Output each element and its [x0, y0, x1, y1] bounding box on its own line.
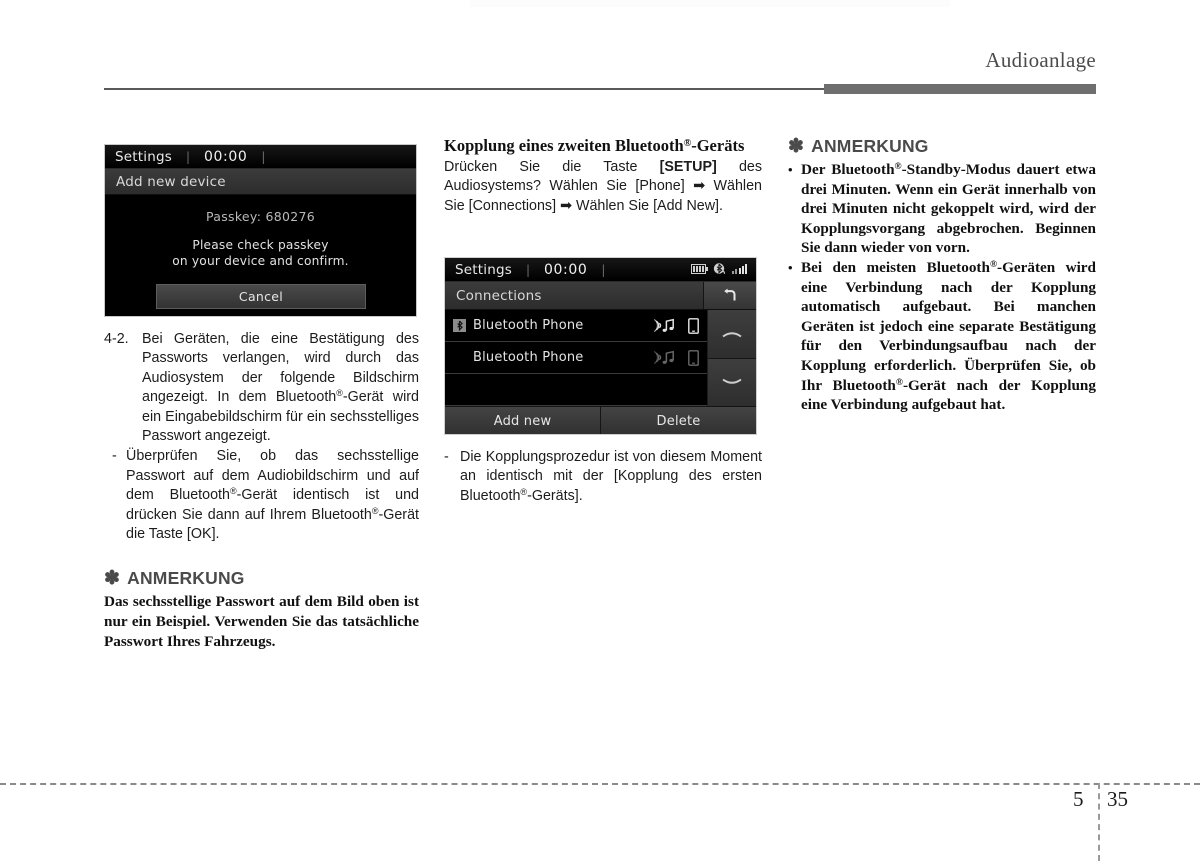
chevron-down-icon: [721, 377, 743, 387]
page-title: Audioanlage: [985, 48, 1096, 72]
list-item: • Der Bluetooth®-Standby-Modus dauert et…: [788, 160, 1096, 258]
screen2-status-bar: Settings | 00:00 |: [445, 258, 756, 282]
connections-list: Bluetooth Phone Bluetooth Phone: [445, 310, 707, 406]
back-button[interactable]: [703, 282, 756, 309]
registered-mark-icon: ®: [229, 486, 237, 497]
arrow-right-icon: ➡: [693, 178, 706, 195]
connections-list-area: Bluetooth Phone Bluetooth Phone: [445, 310, 756, 406]
table-row[interactable]: Bluetooth Phone: [445, 310, 707, 342]
screen1-clock: 00:00: [204, 148, 248, 165]
screen2-sub-header: Connections: [445, 282, 756, 310]
add-new-button[interactable]: Add new: [445, 407, 601, 434]
screen1-status-label: Settings: [115, 148, 172, 165]
phone-icon: [688, 349, 699, 366]
arrow-right-icon: ➡: [560, 197, 573, 214]
bluetooth-icon: [713, 262, 726, 275]
back-arrow-icon: [721, 288, 739, 303]
bluetooth-badge-icon: [453, 319, 466, 332]
dash-marker: -: [444, 449, 449, 465]
empty-list-row: [445, 374, 707, 406]
device-badge-placeholder: [453, 351, 466, 364]
delete-button[interactable]: Delete: [601, 407, 756, 434]
screen2-status-separator-right: |: [601, 262, 606, 277]
chevron-up-icon: [721, 329, 743, 339]
registered-mark-icon: ®: [895, 377, 903, 388]
note-heading-left: ✽ ANMERKUNG: [104, 568, 419, 589]
note-body-left: Das sechsstellige Passwort auf dem Bild …: [104, 593, 419, 650]
step-4-2: 4-2. Bei Geräten, die eine Bestätigung d…: [104, 330, 419, 446]
passkey-message: Please check passkey on your device and …: [105, 224, 416, 269]
list-scroll-controls: [707, 310, 756, 406]
step-dash-item: - Überprüfen Sie, ob das sechsstellige P…: [104, 447, 419, 544]
column-1: 4-2. Bei Geräten, die eine Bestätigung d…: [104, 330, 419, 651]
note-item-text: Der Bluetooth®-Standby-Modus dauert etwa…: [801, 161, 1096, 257]
screen2-status-icons: [691, 262, 749, 275]
dash-text: Überprüfen Sie, ob das sechsstellige Pas…: [126, 448, 419, 543]
step-marker: 4-2.: [104, 331, 129, 347]
passkey-value: Passkey: 680276: [205, 209, 316, 224]
note-heading-right: ✽ ANMERKUNG: [788, 136, 1096, 157]
screen2-sub-title: Connections: [456, 287, 542, 304]
header-rule-thin: [104, 88, 824, 90]
header-rule-thick: [824, 84, 1096, 94]
page-top-band: [470, 0, 950, 7]
list-item: • Bei den meisten Bluetooth®-Geräten wir…: [788, 258, 1096, 415]
screen1-status-bar: Settings | 00:00 |: [105, 145, 416, 169]
audio-stream-icon: [653, 318, 677, 333]
scroll-up-button[interactable]: [708, 310, 756, 359]
column-3: ✽ ANMERKUNG • Der Bluetooth®-Standby-Mod…: [788, 136, 1096, 415]
table-row[interactable]: Bluetooth Phone: [445, 342, 707, 374]
battery-icon: [691, 263, 708, 274]
asterisk-icon: ✽: [788, 136, 805, 157]
section-subheading: Kopplung eines zweiten Bluetooth®-Geräts: [444, 136, 745, 155]
screen1-sub-title: Add new device: [116, 173, 226, 190]
dash-marker: -: [112, 448, 117, 465]
bullet-icon: •: [788, 259, 793, 275]
setup-button-reference: [SETUP]: [659, 159, 717, 175]
device-name: Bluetooth Phone: [473, 350, 584, 365]
step-text: Bei Geräten, die eine Bestätigung des Pa…: [142, 331, 419, 445]
note-list-right: • Der Bluetooth®-Standby-Modus dauert et…: [788, 160, 1096, 415]
footer-dashed-rule: [0, 783, 1200, 785]
bullet-icon: •: [788, 162, 793, 177]
screen2-bottom-bar: Add new Delete: [445, 406, 756, 434]
note-title-left: ANMERKUNG: [127, 568, 245, 589]
scroll-down-button[interactable]: [708, 358, 756, 406]
audio-stream-icon: [653, 350, 677, 365]
device-row-icons: [653, 342, 699, 373]
screen2-clock: 00:00: [544, 261, 588, 278]
registered-mark-icon: ®: [894, 162, 902, 172]
note-item-text: Bei den meisten Bluetooth®-Geräten wird …: [801, 258, 1096, 414]
passkey-message-line-1: Please check passkey: [192, 238, 329, 252]
screen2-status-separator-left: |: [525, 262, 531, 277]
registered-mark-icon: ®: [989, 259, 998, 270]
column-2-bottom: - Die Kopplungsprozedur ist von diesem M…: [444, 448, 762, 506]
registered-mark-icon: ®: [336, 388, 343, 399]
screen1-content: Passkey: 680276 Please check passkey on …: [105, 195, 416, 315]
asterisk-icon: ✽: [104, 568, 121, 590]
screen1-status-separator-right: |: [261, 149, 266, 164]
footer-page-number: 35: [1107, 787, 1128, 811]
column2-dash-item: - Die Kopplungsprozedur ist von diesem M…: [444, 448, 762, 506]
device-name: Bluetooth Phone: [473, 318, 584, 333]
signal-icon: [731, 263, 749, 275]
page-header: Audioanlage: [0, 48, 1200, 94]
footer-dashed-divider: [1098, 783, 1100, 861]
headunit-screen-connections: Settings | 00:00 | Connections Bluetooth…: [444, 257, 757, 435]
screen1-status-separator-left: |: [185, 149, 191, 164]
cancel-button[interactable]: Cancel: [156, 284, 366, 309]
column2-dash-text: Die Kopplungsprozedur ist von diesem Mom…: [460, 449, 762, 504]
footer-chapter-number: 5: [1073, 787, 1084, 811]
column-2-top: Kopplung eines zweiten Bluetooth®-Geräts…: [444, 136, 762, 216]
device-row-icons: [653, 310, 699, 341]
screen1-sub-header: Add new device: [105, 169, 416, 195]
note-title-right: ANMERKUNG: [811, 136, 929, 156]
passkey-message-line-2: on your device and confirm.: [172, 254, 349, 268]
phone-icon: [688, 317, 699, 334]
section-intro-text: Drücken Sie die Taste [SETUP] des Audios…: [444, 159, 763, 214]
screen2-status-label: Settings: [455, 261, 512, 278]
headunit-screen-passkey: Settings | 00:00 | Add new device Passke…: [104, 144, 417, 317]
